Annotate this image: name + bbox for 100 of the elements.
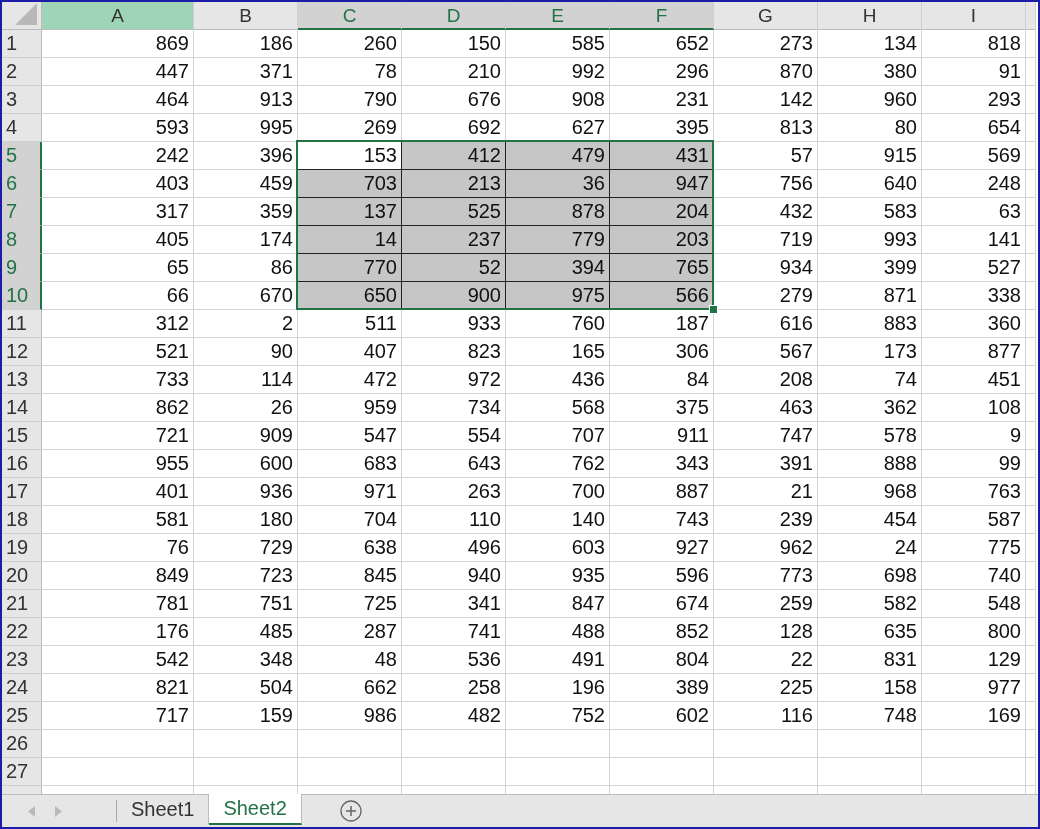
table-cell[interactable]: 129 [922, 646, 1026, 674]
table-cell[interactable]: 569 [922, 142, 1026, 170]
table-cell[interactable]: 823 [402, 338, 506, 366]
table-cell[interactable]: 482 [402, 702, 506, 730]
table-cell[interactable]: 80 [818, 114, 922, 142]
table-cell[interactable]: 213 [402, 170, 506, 198]
table-cell[interactable]: 360 [922, 310, 1026, 338]
table-cell[interactable]: 296 [610, 58, 714, 86]
table-cell[interactable] [714, 758, 818, 786]
table-cell[interactable]: 472 [298, 366, 402, 394]
table-cell[interactable]: 883 [818, 310, 922, 338]
table-cell[interactable]: 962 [714, 534, 818, 562]
table-cell[interactable]: 521 [42, 338, 194, 366]
table-cell[interactable] [506, 730, 610, 758]
table-cell[interactable]: 900 [402, 282, 506, 310]
table-cell[interactable]: 464 [42, 86, 194, 114]
table-cell[interactable]: 341 [402, 590, 506, 618]
row-header[interactable]: 21 [2, 590, 42, 618]
table-cell[interactable]: 703 [298, 170, 402, 198]
table-cell[interactable] [42, 758, 194, 786]
table-cell[interactable]: 158 [818, 674, 922, 702]
table-cell[interactable]: 741 [402, 618, 506, 646]
row-header[interactable]: 5 [2, 142, 42, 170]
table-cell[interactable]: 734 [402, 394, 506, 422]
table-cell[interactable]: 740 [922, 562, 1026, 590]
table-cell[interactable]: 317 [42, 198, 194, 226]
table-cell[interactable]: 108 [922, 394, 1026, 422]
table-cell[interactable]: 536 [402, 646, 506, 674]
table-cell[interactable] [1026, 422, 1036, 450]
table-cell[interactable]: 596 [610, 562, 714, 590]
table-cell[interactable]: 568 [506, 394, 610, 422]
column-header[interactable]: E [506, 2, 610, 30]
table-cell[interactable] [1026, 338, 1036, 366]
row-header[interactable]: 19 [2, 534, 42, 562]
row-header[interactable]: 3 [2, 86, 42, 114]
table-cell[interactable] [1026, 618, 1036, 646]
table-cell[interactable]: 582 [818, 590, 922, 618]
table-cell[interactable]: 52 [402, 254, 506, 282]
table-cell[interactable]: 150 [402, 30, 506, 58]
table-cell[interactable]: 852 [610, 618, 714, 646]
row-header[interactable]: 11 [2, 310, 42, 338]
table-cell[interactable]: 454 [818, 506, 922, 534]
table-cell[interactable]: 725 [298, 590, 402, 618]
table-cell[interactable] [402, 758, 506, 786]
table-cell[interactable]: 110 [402, 506, 506, 534]
table-cell[interactable] [714, 730, 818, 758]
table-cell[interactable]: 389 [610, 674, 714, 702]
table-cell[interactable]: 293 [922, 86, 1026, 114]
table-cell[interactable]: 869 [42, 30, 194, 58]
table-cell[interactable] [922, 730, 1026, 758]
row-header[interactable]: 16 [2, 450, 42, 478]
table-cell[interactable]: 587 [922, 506, 1026, 534]
table-cell[interactable]: 554 [402, 422, 506, 450]
row-header[interactable]: 15 [2, 422, 42, 450]
table-cell[interactable]: 137 [298, 198, 402, 226]
table-cell[interactable]: 717 [42, 702, 194, 730]
table-cell[interactable]: 491 [506, 646, 610, 674]
table-cell[interactable] [1026, 114, 1036, 142]
table-cell[interactable]: 959 [298, 394, 402, 422]
table-cell[interactable]: 405 [42, 226, 194, 254]
table-cell[interactable] [42, 730, 194, 758]
table-cell[interactable]: 114 [194, 366, 298, 394]
table-cell[interactable]: 729 [194, 534, 298, 562]
table-cell[interactable]: 698 [818, 562, 922, 590]
table-cell[interactable]: 638 [298, 534, 402, 562]
table-cell[interactable]: 995 [194, 114, 298, 142]
table-cell[interactable]: 548 [922, 590, 1026, 618]
table-cell[interactable]: 196 [506, 674, 610, 702]
table-cell[interactable]: 975 [506, 282, 610, 310]
table-cell[interactable] [194, 730, 298, 758]
table-cell[interactable]: 927 [610, 534, 714, 562]
table-cell[interactable]: 225 [714, 674, 818, 702]
table-cell[interactable]: 770 [298, 254, 402, 282]
table-cell[interactable]: 751 [194, 590, 298, 618]
column-header[interactable]: I [922, 2, 1026, 30]
table-cell[interactable]: 935 [506, 562, 610, 590]
table-cell[interactable]: 142 [714, 86, 818, 114]
row-header[interactable]: 6 [2, 170, 42, 198]
table-cell[interactable]: 527 [922, 254, 1026, 282]
table-cell[interactable]: 934 [714, 254, 818, 282]
table-cell[interactable]: 401 [42, 478, 194, 506]
table-cell[interactable]: 813 [714, 114, 818, 142]
table-cell[interactable]: 800 [922, 618, 1026, 646]
table-cell[interactable]: 871 [818, 282, 922, 310]
table-cell[interactable]: 176 [42, 618, 194, 646]
table-cell[interactable]: 947 [610, 170, 714, 198]
table-cell[interactable]: 870 [714, 58, 818, 86]
table-cell[interactable]: 760 [506, 310, 610, 338]
column-header[interactable] [1026, 2, 1036, 30]
table-cell[interactable]: 773 [714, 562, 818, 590]
table-cell[interactable]: 566 [610, 282, 714, 310]
table-cell[interactable]: 485 [194, 618, 298, 646]
table-cell[interactable]: 993 [818, 226, 922, 254]
row-header[interactable]: 14 [2, 394, 42, 422]
table-cell[interactable]: 436 [506, 366, 610, 394]
table-cell[interactable] [1026, 506, 1036, 534]
table-cell[interactable] [1026, 450, 1036, 478]
table-cell[interactable]: 790 [298, 86, 402, 114]
table-cell[interactable]: 775 [922, 534, 1026, 562]
table-cell[interactable] [1026, 366, 1036, 394]
